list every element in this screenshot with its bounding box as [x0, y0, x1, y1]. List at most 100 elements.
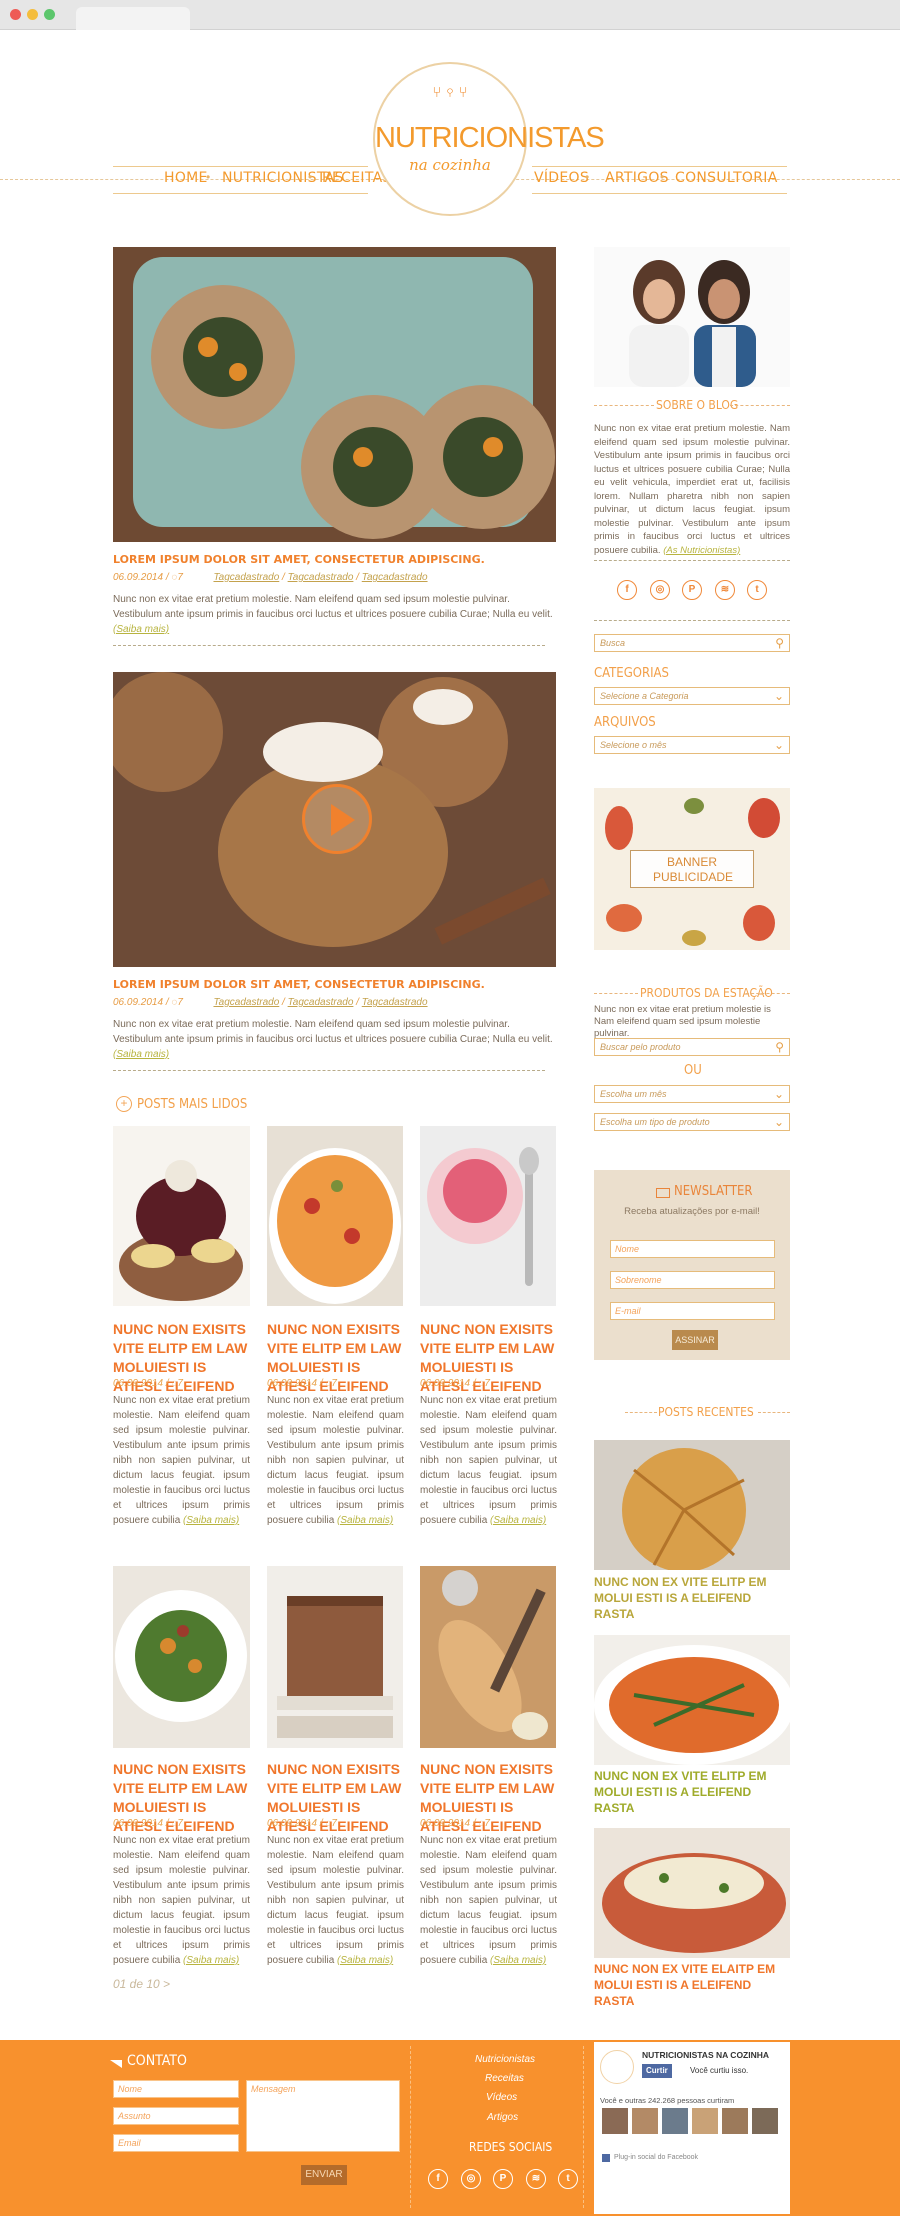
footer-link-nutricionistas[interactable]: Nutricionistas — [475, 2054, 535, 2065]
nav-videos[interactable]: VÍDEOS — [534, 170, 589, 186]
read-more-link[interactable]: (Saiba mais) — [337, 1955, 393, 1966]
facebook-widget: NUTRICIONISTAS NA COZINHA Curtir Você cu… — [594, 2042, 790, 2214]
send-button[interactable]: ENVIAR — [301, 2165, 347, 2185]
facebook-icon[interactable]: f — [617, 580, 637, 600]
read-more-link[interactable]: (Saiba mais) — [183, 1515, 239, 1526]
contact-email-input[interactable]: Email — [113, 2134, 239, 2152]
avatar — [662, 2108, 688, 2134]
card-image[interactable] — [113, 1566, 250, 1748]
chevron-down-icon: ⌄ — [773, 738, 784, 752]
recent-post-title[interactable]: NUNC NON EX VITE ELITP EM MOLUI ESTI IS … — [594, 1768, 790, 1816]
site-logo[interactable]: ⑂ ⚲ ⑂ NUTRICIONISTAS na cozinha — [373, 62, 605, 216]
nav-home[interactable]: HOME — [164, 170, 208, 186]
contact-subject-input[interactable]: Assunto — [113, 2107, 239, 2125]
about-text: Nunc non ex vitae erat pretium molestie.… — [594, 423, 790, 556]
card-excerpt: Nunc non ex vitae erat pretium molestie.… — [267, 1395, 404, 1526]
envelope-icon — [656, 1188, 670, 1198]
instagram-icon[interactable]: ◎ — [650, 580, 670, 600]
paper-plane-icon — [98, 2060, 122, 2068]
search-input[interactable]: Busca ⚲ — [594, 634, 790, 652]
read-more-link[interactable]: (Saiba mais) — [113, 1049, 169, 1060]
newsletter-box: NEWSLATTER Receba atualizações por e-mai… — [594, 1170, 790, 1360]
post-excerpt: Nunc non ex vitae erat pretium molestie.… — [113, 594, 553, 635]
post-image-muffin[interactable] — [113, 672, 556, 967]
footer-instagram-icon[interactable]: ◎ — [461, 2169, 481, 2189]
tag-link[interactable]: Tagcadastrado — [213, 572, 279, 583]
nav-consultoria[interactable]: CONSULTORIA — [675, 170, 778, 186]
post-image-tacos[interactable] — [113, 247, 556, 542]
banner-ad[interactable]: BANNER PUBLICIDADE — [594, 788, 790, 950]
footer-facebook-icon[interactable]: f — [428, 2169, 448, 2189]
card-meta: 06.09.2014 / ◌7 — [113, 1378, 183, 1389]
recent-post-image[interactable] — [594, 1440, 790, 1570]
tag-link[interactable]: Tagcadastrado — [213, 997, 279, 1008]
pinterest-icon[interactable]: P — [682, 580, 702, 600]
newsletter-email-input[interactable]: E-mail — [610, 1302, 775, 1320]
tag-link[interactable]: Tagcadastrado — [288, 997, 354, 1008]
read-more-link[interactable]: (Saiba mais) — [490, 1515, 546, 1526]
card-image[interactable] — [267, 1126, 403, 1306]
recent-post-title[interactable]: NUNC NON EX VITE ELITP EM MOLUI ESTI IS … — [594, 1574, 790, 1622]
card-excerpt: Nunc non ex vitae erat pretium molestie.… — [420, 1835, 557, 1966]
facebook-plugin-label: Plug-in social do Facebook — [614, 2154, 699, 2161]
categories-select[interactable]: Selecione a Categoria ⌄ — [594, 687, 790, 705]
recent-post-image[interactable] — [594, 1828, 790, 1958]
produto-search-input[interactable]: Buscar pelo produto ⚲ — [594, 1038, 790, 1056]
card-image[interactable] — [267, 1566, 403, 1748]
tag-link[interactable]: Tagcadastrado — [288, 572, 354, 583]
facebook-page-name[interactable]: NUTRICIONISTAS NA COZINHA — [642, 2050, 769, 2060]
footer-pinterest-icon[interactable]: P — [493, 2169, 513, 2189]
rss-icon[interactable]: ≋ — [715, 580, 735, 600]
browser-chrome — [0, 0, 900, 30]
play-icon[interactable] — [302, 784, 372, 854]
chevron-down-icon: ⌄ — [773, 689, 784, 703]
browser-tab[interactable] — [76, 7, 190, 30]
read-more-link[interactable]: (Saiba mais) — [183, 1955, 239, 1966]
post-title[interactable]: LOREM IPSUM DOLOR SIT AMET, CONSECTETUR … — [113, 978, 485, 991]
product-type-select[interactable]: Escolha um tipo de produto ⌄ — [594, 1113, 790, 1131]
newsletter-surname-input[interactable]: Sobrenome — [610, 1271, 775, 1289]
twitter-icon[interactable]: t — [747, 580, 767, 600]
authors-photo — [594, 247, 790, 387]
card-image[interactable] — [113, 1126, 250, 1306]
read-more-link[interactable]: (Saiba mais) — [490, 1955, 546, 1966]
card-image[interactable] — [420, 1126, 556, 1306]
newsletter-name-input[interactable]: Nome — [610, 1240, 775, 1258]
subscribe-button[interactable]: ASSINAR — [672, 1330, 718, 1350]
chevron-down-icon: ⌄ — [773, 1115, 784, 1129]
post-meta: 06.09.2014 / ◌7 Tagcadastrado / Tagcadas… — [113, 572, 428, 583]
heading-rule — [758, 1412, 790, 1413]
contact-name-input[interactable]: Nome — [113, 2080, 239, 2098]
newsletter-heading: NEWSLATTER — [674, 1184, 753, 1199]
tag-link[interactable]: Tagcadastrado — [362, 572, 428, 583]
post-title[interactable]: LOREM IPSUM DOLOR SIT AMET, CONSECTETUR … — [113, 553, 485, 566]
facebook-like-button[interactable]: Curtir — [642, 2064, 672, 2078]
card-meta: 06.09.2014 / ◌7 — [113, 1818, 183, 1829]
tag-link[interactable]: Tagcadastrado — [362, 997, 428, 1008]
facebook-page-avatar — [600, 2050, 634, 2084]
card-excerpt: Nunc non ex vitae erat pretium molestie.… — [113, 1835, 250, 1966]
recent-post-title[interactable]: NUNC NON EX VITE ELAITP EM MOLUI ESTI IS… — [594, 1961, 790, 2009]
contact-message-input[interactable]: Mensagem — [246, 2080, 400, 2152]
footer-rss-icon[interactable]: ≋ — [526, 2169, 546, 2189]
search-icon: ⚲ — [775, 636, 784, 650]
footer-twitter-icon[interactable]: t — [558, 2169, 578, 2189]
card-image[interactable] — [420, 1566, 556, 1748]
footer-link-receitas[interactable]: Receitas — [485, 2073, 524, 2084]
avatar — [692, 2108, 718, 2134]
footer-link-artigos[interactable]: Artigos — [487, 2112, 518, 2123]
read-more-link[interactable]: (Saiba mais) — [113, 624, 169, 635]
footer-link-videos[interactable]: Vídeos — [486, 2092, 517, 2103]
maximize-dot[interactable] — [44, 9, 55, 20]
close-dot[interactable] — [10, 9, 21, 20]
month-select[interactable]: Escolha um mês ⌄ — [594, 1085, 790, 1103]
recent-post-image[interactable] — [594, 1635, 790, 1765]
card-meta: 06.09.2014 / ◌7 — [420, 1818, 490, 1829]
pagination[interactable]: 01 de 10 > — [113, 1977, 170, 1991]
read-more-link[interactable]: (Saiba mais) — [337, 1515, 393, 1526]
heading-rule — [594, 405, 654, 406]
avatar — [752, 2108, 778, 2134]
about-link[interactable]: (As Nutricionistas) — [663, 545, 740, 556]
minimize-dot[interactable] — [27, 9, 38, 20]
archives-select[interactable]: Selecione o mês ⌄ — [594, 736, 790, 754]
